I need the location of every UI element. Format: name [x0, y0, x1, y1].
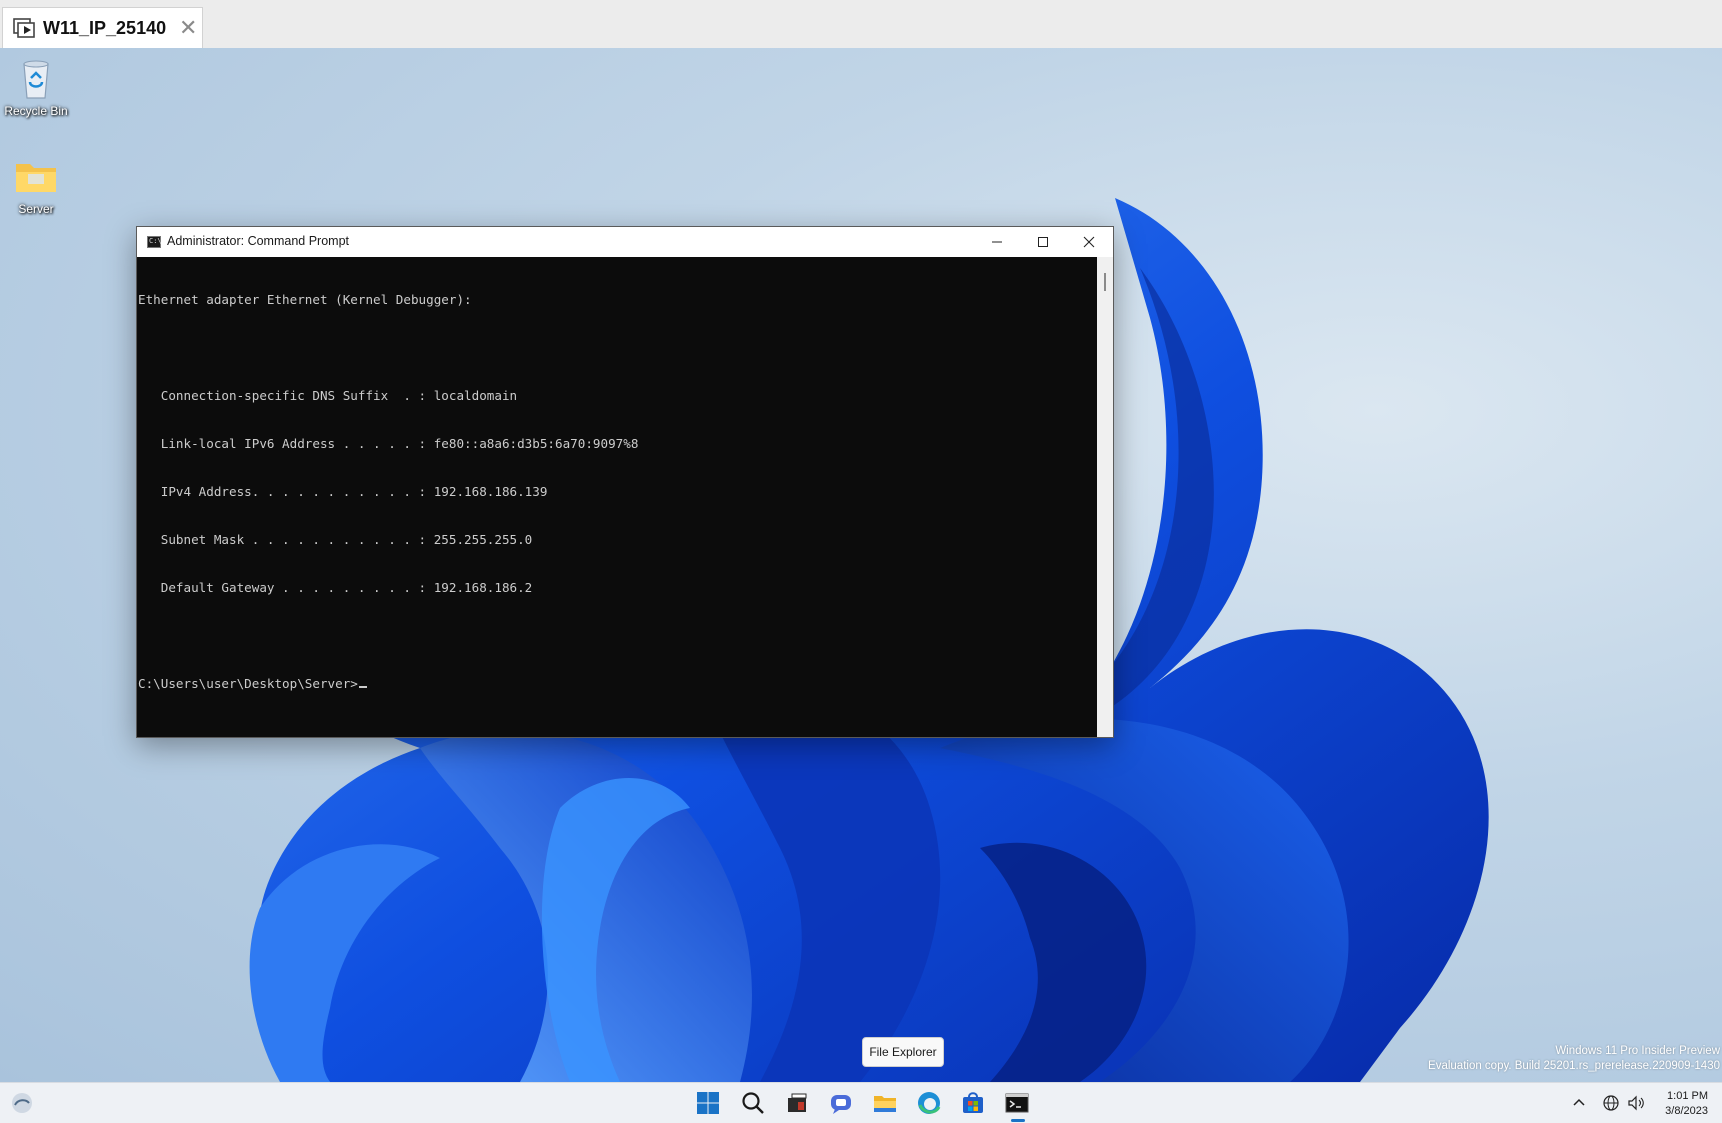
cmd-app-icon: C:\	[147, 236, 162, 248]
recycle-bin-icon	[12, 54, 60, 102]
vm-host-tabbar: W11_IP_25140 ✕	[0, 0, 1722, 49]
widgets-button[interactable]	[8, 1089, 36, 1117]
close-icon[interactable]: ✕	[179, 15, 197, 41]
console-line: IPv4 Address. . . . . . . . . . . : 192.…	[138, 484, 548, 499]
volume-button[interactable]	[1625, 1092, 1647, 1114]
show-hidden-icons-button[interactable]	[1568, 1092, 1590, 1114]
console-line: Ethernet adapter Ethernet (Kernel Debugg…	[138, 292, 472, 307]
desktop: Recycle Bin Server C:\ Administrator: Co…	[0, 48, 1722, 1082]
start-icon	[697, 1092, 719, 1114]
vm-tab[interactable]: W11_IP_25140 ✕	[2, 7, 203, 48]
start-button[interactable]	[694, 1089, 722, 1117]
vm-console-icon	[13, 17, 37, 39]
task-view-button[interactable]	[783, 1089, 811, 1117]
search-icon	[742, 1092, 764, 1114]
file-explorer-icon	[874, 1096, 896, 1112]
chat-icon	[831, 1095, 851, 1114]
desktop-icon-server[interactable]: Server	[0, 152, 72, 216]
terminal-icon	[1005, 1093, 1029, 1113]
network-button[interactable]	[1600, 1092, 1622, 1114]
taskbar-tooltip: File Explorer	[862, 1037, 944, 1067]
folder-icon	[12, 152, 60, 200]
desktop-icon-recycle-bin[interactable]: Recycle Bin	[0, 54, 72, 118]
command-prompt-taskbar-button[interactable]	[1003, 1089, 1031, 1122]
command-prompt-window[interactable]: C:\ Administrator: Command Prompt Ethern…	[136, 226, 1114, 738]
taskbar: 1:01 PM 3/8/2023	[0, 1082, 1722, 1123]
console-output[interactable]: Ethernet adapter Ethernet (Kernel Debugg…	[137, 257, 1097, 737]
close-button[interactable]	[1067, 227, 1113, 257]
window-title: Administrator: Command Prompt	[167, 234, 350, 248]
vm-tab-title: W11_IP_25140	[43, 18, 167, 38]
clock-time: 1:01 PM	[1667, 1090, 1708, 1102]
store-button[interactable]	[959, 1089, 987, 1117]
desktop-icon-label: Server	[18, 202, 54, 216]
vertical-scrollbar[interactable]	[1097, 257, 1113, 737]
maximize-button[interactable]	[1021, 227, 1067, 257]
store-icon	[963, 1092, 983, 1113]
search-button[interactable]	[739, 1089, 767, 1117]
clock[interactable]: 1:01 PM 3/8/2023	[1665, 1089, 1708, 1119]
watermark-line: Evaluation copy. Build 25201.rs_prerelea…	[1428, 1060, 1720, 1072]
console-line: Connection-specific DNS Suffix . : local…	[138, 388, 518, 403]
widgets-icon	[12, 1093, 32, 1113]
console-prompt-line[interactable]: C:\Users\user\Desktop\Server>	[138, 676, 1096, 692]
cmd-titlebar[interactable]: C:\ Administrator: Command Prompt	[137, 227, 1113, 257]
chat-button[interactable]	[827, 1089, 855, 1117]
text-cursor	[358, 686, 367, 688]
desktop-icon-label: Recycle Bin	[4, 104, 68, 118]
network-icon	[1603, 1095, 1619, 1111]
edge-button[interactable]	[915, 1089, 943, 1117]
scrollbar-thumb[interactable]	[1104, 273, 1106, 291]
console-line: Subnet Mask . . . . . . . . . . . : 255.…	[138, 532, 533, 547]
chevron-up-icon	[1573, 1098, 1585, 1106]
evaluation-watermark: Windows 11 Pro Insider Preview Evaluatio…	[1428, 1044, 1720, 1074]
close-icon	[1083, 236, 1095, 248]
watermark-line: Windows 11 Pro Insider Preview	[1555, 1045, 1720, 1057]
maximize-icon	[1038, 237, 1048, 247]
clock-date: 3/8/2023	[1665, 1105, 1708, 1117]
file-explorer-button[interactable]	[871, 1089, 899, 1117]
console-line: Link-local IPv6 Address . . . . . : fe80…	[138, 436, 639, 451]
task-view-icon	[788, 1093, 807, 1112]
minimize-button[interactable]	[975, 227, 1021, 257]
console-prompt: C:\Users\user\Desktop\Server>	[138, 676, 358, 691]
console-line: Default Gateway . . . . . . . . . : 192.…	[138, 580, 533, 595]
minimize-icon	[992, 241, 1002, 243]
edge-icon	[918, 1092, 941, 1114]
volume-icon	[1628, 1095, 1644, 1111]
